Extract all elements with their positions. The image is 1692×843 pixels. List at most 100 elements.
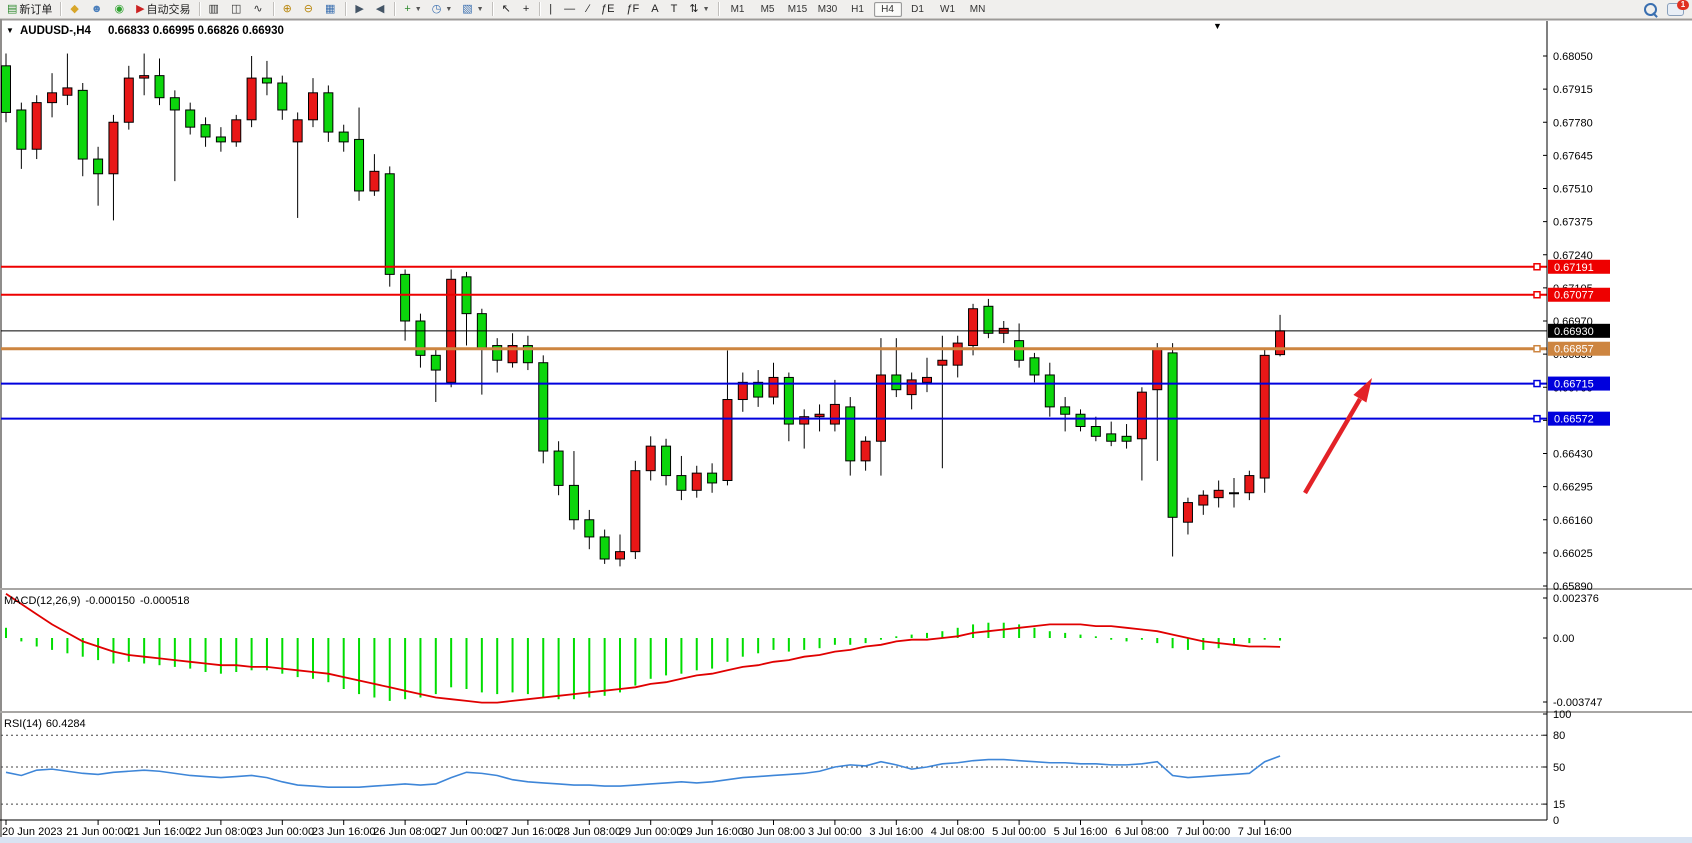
price-chart[interactable]: 0.680500.679150.677800.676450.675100.673… bbox=[0, 19, 1692, 843]
fibonacci-expansion-button[interactable]: ƒF bbox=[622, 0, 645, 18]
text-label-button[interactable]: T bbox=[667, 0, 684, 18]
zoom-in-icon: ⊕ bbox=[283, 2, 292, 16]
horizontal-line-button[interactable]: — bbox=[560, 0, 581, 18]
svg-text:23 Jun 00:00: 23 Jun 00:00 bbox=[250, 826, 314, 838]
indicators-icon: + bbox=[404, 2, 410, 16]
signals-icon[interactable]: ◉ bbox=[110, 0, 130, 18]
periods-button[interactable]: ◷▼ bbox=[428, 0, 457, 18]
text-icon: A bbox=[651, 2, 658, 16]
zoom-out-button[interactable]: ⊖ bbox=[300, 0, 319, 18]
macd-label: MACD(12,26,9)-0.000150-0.000518 bbox=[4, 595, 190, 607]
svg-text:21 Jun 00:00: 21 Jun 00:00 bbox=[66, 826, 130, 838]
timeframe-w1-button[interactable]: W1 bbox=[934, 2, 962, 17]
svg-text:29 Jun 00:00: 29 Jun 00:00 bbox=[619, 826, 683, 838]
arrows-icon: ⇅ bbox=[689, 2, 698, 16]
svg-text:0.00: 0.00 bbox=[1553, 633, 1574, 645]
new-order-button-label: 新订单 bbox=[19, 1, 52, 17]
svg-text:0.67510: 0.67510 bbox=[1553, 184, 1593, 196]
tile-windows-button[interactable]: ▦ bbox=[321, 0, 341, 18]
rsi-pane: 1008050150 bbox=[0, 709, 1571, 827]
timeframe-mn-button[interactable]: MN bbox=[964, 2, 992, 17]
bar-chart-icon: ▥ bbox=[209, 2, 219, 16]
svg-text:0.68050: 0.68050 bbox=[1553, 51, 1593, 63]
svg-text:15: 15 bbox=[1553, 799, 1565, 811]
symbol-dropdown-icon[interactable]: ▼ bbox=[6, 26, 14, 35]
chart-shift-button[interactable]: ◀ bbox=[372, 0, 390, 18]
chart-title-ohlc: 0.66833 0.66995 0.66826 0.66930 bbox=[108, 25, 284, 37]
svg-text:0.66295: 0.66295 bbox=[1553, 482, 1593, 494]
svg-text:80: 80 bbox=[1553, 730, 1565, 742]
fibonacci-expansion-icon: ƒF bbox=[626, 2, 639, 16]
tile-windows-icon: ▦ bbox=[325, 2, 335, 16]
svg-text:3 Jul 16:00: 3 Jul 16:00 bbox=[869, 826, 923, 838]
toolbar-separator bbox=[199, 2, 201, 16]
cursor-button[interactable]: ↖ bbox=[498, 0, 517, 18]
svg-text:3 Jul 00:00: 3 Jul 00:00 bbox=[808, 826, 862, 838]
svg-text:0.66025: 0.66025 bbox=[1553, 548, 1593, 560]
auto-scroll-icon: ▶ bbox=[355, 2, 363, 16]
timeframe-m30-button[interactable]: M30 bbox=[814, 2, 842, 17]
candlestick-series bbox=[2, 54, 1285, 567]
timeframe-m15-button[interactable]: M15 bbox=[784, 2, 812, 17]
trendline-icon: ∕ bbox=[587, 2, 589, 16]
signals-icon-icon: ◉ bbox=[114, 2, 124, 16]
auto-trading-button[interactable]: ▶自动交易 bbox=[132, 0, 194, 18]
zoom-in-button[interactable]: ⊕ bbox=[279, 0, 298, 18]
templates-button[interactable]: ▧▼ bbox=[458, 0, 487, 18]
fibonacci-button[interactable]: ƒE bbox=[597, 0, 620, 18]
svg-text:0.66160: 0.66160 bbox=[1553, 515, 1593, 527]
svg-text:0.66857: 0.66857 bbox=[1554, 344, 1594, 356]
toolbar-separator bbox=[539, 2, 541, 16]
macd-pane: 0.0023760.00-0.003747 bbox=[6, 593, 1603, 709]
text-label-icon: T bbox=[671, 2, 678, 16]
trendline-button[interactable]: ∕ bbox=[583, 0, 595, 18]
svg-text:20 Jun 2023: 20 Jun 2023 bbox=[2, 826, 63, 838]
search-icon[interactable] bbox=[1644, 3, 1657, 16]
toolbar-buttons: ▤新订单◆☻◉▶自动交易▥◫∿⊕⊖▦▶◀+▼◷▼▧▼↖+|—∕ƒEƒFAT⇅▼ bbox=[2, 0, 723, 18]
svg-text:7 Jul 00:00: 7 Jul 00:00 bbox=[1176, 826, 1230, 838]
arrows-button[interactable]: ⇅▼ bbox=[685, 0, 713, 18]
toolbar-separator bbox=[345, 2, 347, 16]
chart-window[interactable]: 0.680500.679150.677800.676450.675100.673… bbox=[0, 19, 1692, 843]
line-chart-icon: ∿ bbox=[253, 2, 262, 16]
toolbar-separator bbox=[718, 2, 720, 16]
crosshair-icon: + bbox=[523, 2, 529, 16]
toolbar-separator bbox=[273, 2, 275, 16]
chat-icon[interactable]: 1 bbox=[1667, 3, 1684, 16]
trend-arrow-annotation[interactable] bbox=[1305, 378, 1372, 493]
svg-text:0.66430: 0.66430 bbox=[1553, 449, 1593, 461]
horizontal-line-icon: — bbox=[564, 2, 575, 16]
vertical-line-icon: | bbox=[549, 2, 552, 16]
svg-text:30 Jun 08:00: 30 Jun 08:00 bbox=[742, 826, 806, 838]
svg-text:5 Jul 16:00: 5 Jul 16:00 bbox=[1054, 826, 1108, 838]
toolbar-separator bbox=[394, 2, 396, 16]
candlestick-chart-button[interactable]: ◫ bbox=[227, 0, 247, 18]
svg-text:0.65890: 0.65890 bbox=[1553, 581, 1593, 593]
indicators-button[interactable]: +▼ bbox=[400, 0, 425, 18]
svg-text:21 Jun 16:00: 21 Jun 16:00 bbox=[128, 826, 192, 838]
time-axis[interactable]: 20 Jun 202321 Jun 00:0021 Jun 16:0022 Ju… bbox=[2, 820, 1292, 838]
text-button[interactable]: A bbox=[647, 0, 664, 18]
publisher-icon[interactable]: ◆ bbox=[66, 0, 84, 18]
community-icon[interactable]: ☻ bbox=[87, 0, 109, 18]
timeframe-h1-button[interactable]: H1 bbox=[844, 2, 872, 17]
crosshair-button[interactable]: + bbox=[519, 0, 535, 18]
svg-text:0.67077: 0.67077 bbox=[1554, 290, 1594, 302]
timeframe-m5-button[interactable]: M5 bbox=[754, 2, 782, 17]
chevron-down-icon: ▼ bbox=[477, 6, 484, 13]
timeframe-h4-button[interactable]: H4 bbox=[874, 2, 902, 17]
fibonacci-icon: ƒE bbox=[601, 2, 614, 16]
timeframe-m1-button[interactable]: M1 bbox=[724, 2, 752, 17]
bar-chart-button[interactable]: ▥ bbox=[205, 0, 225, 18]
vertical-line-button[interactable]: | bbox=[545, 0, 558, 18]
cursor-icon: ↖ bbox=[502, 2, 511, 16]
svg-text:5 Jul 00:00: 5 Jul 00:00 bbox=[992, 826, 1046, 838]
auto-scroll-button[interactable]: ▶ bbox=[351, 0, 369, 18]
svg-text:0.66930: 0.66930 bbox=[1554, 326, 1594, 338]
line-chart-button[interactable]: ∿ bbox=[249, 0, 268, 18]
chart-shift-marker[interactable]: ▼ bbox=[1213, 21, 1222, 31]
svg-text:28 Jun 08:00: 28 Jun 08:00 bbox=[557, 826, 621, 838]
new-order-button[interactable]: ▤新订单 bbox=[3, 0, 56, 18]
timeframe-d1-button[interactable]: D1 bbox=[904, 2, 932, 17]
svg-text:6 Jul 08:00: 6 Jul 08:00 bbox=[1115, 826, 1169, 838]
